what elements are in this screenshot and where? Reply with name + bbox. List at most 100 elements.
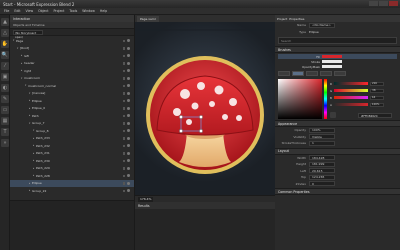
left-field[interactable]: 29.615 [309, 168, 335, 174]
zoom-tool-icon[interactable]: 🔍 [1, 51, 9, 59]
rectangle-tool-icon[interactable]: ▭ [1, 106, 9, 114]
visibility-eye-icon[interactable] [127, 39, 130, 43]
visibility-eye-icon[interactable] [127, 174, 130, 178]
gradient-tool-icon[interactable]: ◐ [1, 84, 9, 92]
menu-edit[interactable]: Edit [14, 9, 20, 13]
direct-select-tool-icon[interactable]: △ [1, 29, 9, 37]
tree-item[interactable]: ▸ Path_228 [10, 172, 134, 180]
tree-item[interactable]: ▾ Group_8 [10, 127, 134, 135]
lock-icon[interactable] [122, 122, 125, 125]
tree-item[interactable]: ▸ Path_232 [10, 142, 134, 150]
lock-icon[interactable] [122, 99, 125, 102]
lock-icon[interactable] [122, 129, 125, 132]
visibility-eye-icon[interactable] [127, 136, 130, 140]
lock-icon[interactable] [122, 62, 125, 65]
lock-icon[interactable] [122, 167, 125, 170]
zindex-field[interactable]: 0 [309, 181, 335, 187]
lock-icon[interactable] [122, 47, 125, 50]
tree-item[interactable]: ▸ Path_229 [10, 165, 134, 173]
eyedropper-tool-icon[interactable]: ⁄ [1, 62, 9, 70]
storyboard-picker[interactable]: (No Storyboard open) [13, 29, 43, 39]
tree-item[interactable]: ▾ mushroom [10, 75, 134, 83]
tab-properties[interactable]: Properties [289, 17, 304, 21]
lock-icon[interactable] [122, 114, 125, 117]
lock-icon[interactable] [122, 152, 125, 155]
lock-icon[interactable] [122, 77, 125, 80]
tree-item[interactable]: ▸ Path_231 [10, 150, 134, 158]
hex-color-field[interactable]: #FFD8262C [358, 113, 392, 118]
visibility-eye-icon[interactable] [127, 181, 130, 185]
menu-help[interactable]: Help [100, 9, 107, 13]
blue-slider[interactable] [333, 96, 368, 99]
tab-project[interactable]: Project [277, 17, 287, 21]
lock-icon[interactable] [122, 159, 125, 162]
visibility-eye-icon[interactable] [127, 76, 130, 80]
asset-library-icon[interactable]: » [1, 139, 9, 147]
tree-item[interactable]: ▸ Path [10, 112, 134, 120]
tile-brush-icon[interactable] [320, 71, 332, 76]
layout-section-header[interactable]: Layout [275, 147, 400, 155]
lock-icon[interactable] [122, 92, 125, 95]
eyedropper-icon[interactable] [330, 112, 336, 118]
gradient-brush-icon[interactable] [306, 71, 318, 76]
visibility-eye-icon[interactable] [127, 129, 130, 133]
menu-project[interactable]: Project [54, 9, 65, 13]
zoom-level[interactable]: 176.4% [138, 196, 154, 202]
blue-value[interactable]: 44 [369, 95, 384, 100]
property-search-input[interactable]: Search [278, 37, 397, 44]
tree-item[interactable]: ▾ mushroom_normal [10, 82, 134, 90]
name-field[interactable]: <No Name> [309, 22, 335, 28]
artboard[interactable] [135, 22, 275, 195]
visibility-dropdown[interactable]: Visible [309, 134, 335, 140]
lock-icon[interactable] [122, 144, 125, 147]
visibility-eye-icon[interactable] [127, 114, 130, 118]
lock-icon[interactable] [122, 69, 125, 72]
brush-item-opacitymask[interactable]: OpacityMask [278, 64, 397, 69]
menu-object[interactable]: Object [38, 9, 48, 13]
visibility-eye-icon[interactable] [127, 91, 130, 95]
tree-item[interactable]: ▾ [Canvas] [10, 90, 134, 98]
green-slider[interactable] [334, 89, 369, 92]
menu-file[interactable]: File [4, 9, 9, 13]
visibility-eye-icon[interactable] [127, 144, 130, 148]
menu-tools[interactable]: Tools [69, 9, 77, 13]
menu-window[interactable]: Window [82, 9, 95, 13]
close-icon[interactable] [389, 1, 398, 6]
height-field[interactable]: 181.999 [309, 161, 335, 167]
visibility-eye-icon[interactable] [127, 61, 130, 65]
tree-item[interactable]: ▸ header [10, 60, 134, 68]
brush-resources-icon[interactable] [334, 71, 346, 76]
tree-item[interactable]: ▸ right [10, 67, 134, 75]
brushes-section-header[interactable]: Brushes [275, 46, 400, 53]
visibility-eye-icon[interactable] [127, 151, 130, 155]
solid-color-brush-icon[interactable] [292, 71, 304, 76]
visibility-eye-icon[interactable] [127, 121, 130, 125]
grid-tool-icon[interactable]: ▦ [1, 117, 9, 125]
no-brush-icon[interactable] [278, 71, 290, 76]
visibility-eye-icon[interactable] [127, 99, 130, 103]
results-header[interactable]: Results [135, 202, 275, 209]
minimize-icon[interactable] [369, 1, 378, 6]
lock-icon[interactable] [122, 84, 125, 87]
stroke-thickness-field[interactable]: 1 [309, 140, 335, 146]
lock-icon[interactable] [122, 189, 125, 192]
tree-item[interactable]: ▸ Path_230 [10, 157, 134, 165]
tree-item[interactable]: ▾ Group_7 [10, 120, 134, 128]
visibility-eye-icon[interactable] [127, 166, 130, 170]
lock-icon[interactable] [122, 39, 125, 42]
red-value[interactable]: 216 [369, 81, 384, 86]
visibility-eye-icon[interactable] [127, 46, 130, 50]
opacity-field[interactable]: 100% [309, 127, 335, 133]
visibility-eye-icon[interactable] [127, 189, 130, 193]
green-value[interactable]: 38 [370, 88, 385, 93]
objects-and-timeline-header[interactable]: Objects and Timeline [10, 22, 134, 29]
pen-tool-icon[interactable]: ✎ [1, 95, 9, 103]
lock-icon[interactable] [122, 54, 125, 57]
tree-item[interactable]: ▾ Page [10, 37, 134, 45]
hue-slider[interactable] [324, 79, 327, 119]
visibility-eye-icon[interactable] [127, 106, 130, 110]
tree-item[interactable]: ▸ Ellipse [10, 97, 134, 105]
width-field[interactable]: 184.428 [309, 155, 335, 161]
common-properties-section-header[interactable]: Common Properties [275, 188, 400, 195]
maximize-icon[interactable] [379, 1, 388, 6]
